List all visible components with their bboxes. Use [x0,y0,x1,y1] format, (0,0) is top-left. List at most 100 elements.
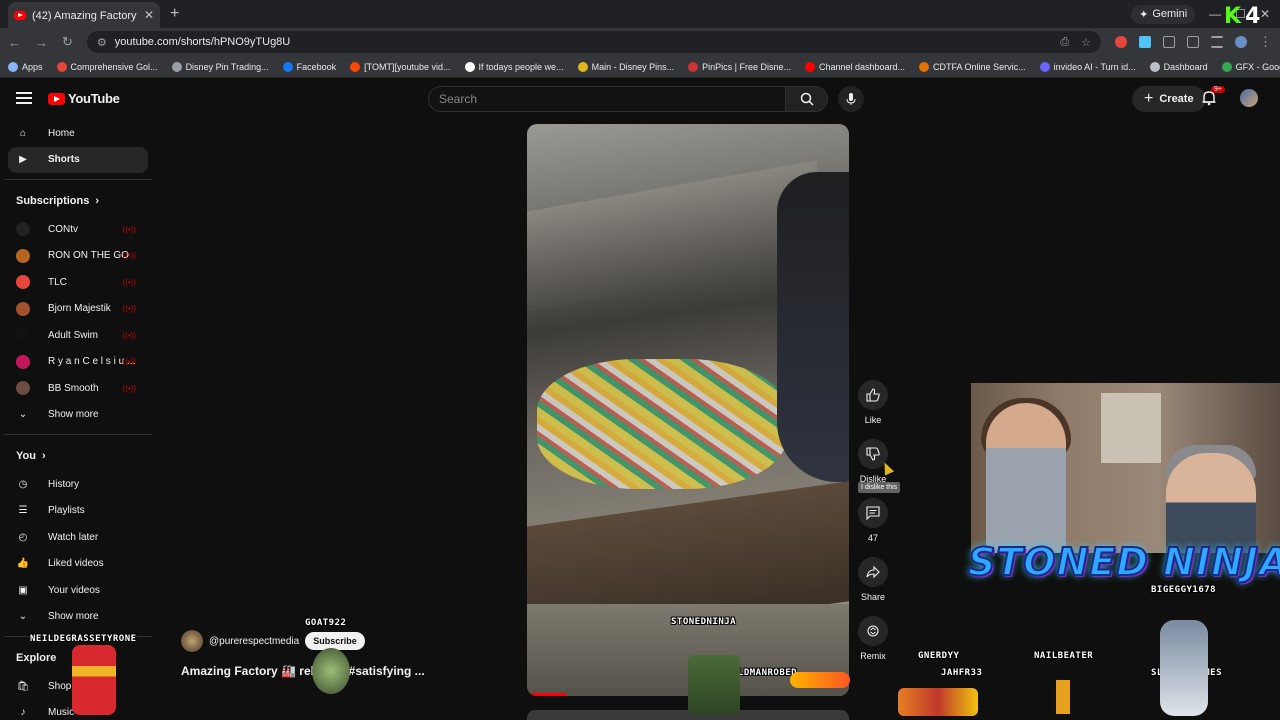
sidebar-item-bjorn-majestik[interactable]: Bjorn Majestik ((•)) [0,296,156,323]
overlay-name-gnerdyy: GNERDYY [918,651,960,661]
bookmark-item[interactable]: Facebook [282,61,336,72]
sidebar-item-contv[interactable]: CONtv ((•)) [0,216,156,243]
sidebar-item-shorts[interactable]: ▶ Shorts [8,146,148,173]
browser-tab[interactable]: (42) Amazing Factory 🏭 w ✕ [8,2,160,28]
url-bar[interactable]: ⚙ youtube.com/shorts/hPNO9yTUg8U ⎙ ☆ [86,31,1101,53]
subscriptions-header[interactable]: Subscriptions › [0,186,156,216]
bookmark-label: PinPics | Free Disne... [702,61,791,72]
bookmark-item[interactable]: Disney Pin Trading... [171,61,269,72]
sidebar-item-bb-smooth[interactable]: BB Smooth ((•)) [0,375,156,402]
you-header[interactable]: You › [0,441,156,471]
forward-arrow-icon[interactable]: → [35,35,48,50]
sidebar-item-home[interactable]: ⌂ Home [0,120,156,147]
channel-avatar [16,381,30,396]
sidebar-item-adult-swim[interactable]: Adult Swim ((•)) [0,322,156,349]
extension-red-icon[interactable] [1115,36,1127,48]
search-icon [800,92,814,106]
bookmark-item[interactable]: invideo AI - Turn id... [1039,61,1136,72]
explore-title: Explore [16,652,57,664]
bookmark-item[interactable]: Dashboard [1149,61,1208,72]
bookmark-favicon-icon [804,61,815,72]
sidebar-item-label: Home [48,127,75,139]
bookmark-item[interactable]: PinPics | Free Disne... [688,61,791,72]
share-button[interactable]: Share [858,557,888,602]
remix-icon [867,625,879,637]
dislike-button[interactable]: Dislike [858,439,888,484]
create-button[interactable]: + Create [1132,86,1206,112]
shopping-icon: 🛍 [16,680,30,692]
extensions-puzzle-icon[interactable] [1163,36,1175,48]
show-more-subscriptions[interactable]: ⌄ Show more [0,402,156,429]
back-arrow-icon[interactable]: ← [8,35,21,50]
kick-logo: K4 [1224,4,1260,29]
notifications-button[interactable]: 9+ [1202,86,1225,111]
share-icon [866,565,880,579]
profile-icon[interactable] [1235,36,1247,48]
install-app-icon[interactable]: ⎙ [1060,36,1069,49]
show-more-you[interactable]: ⌄ Show more [0,604,156,631]
channel-avatar [16,301,30,316]
gemini-button[interactable]: ✦ Gemini [1131,4,1196,24]
sidebar-item-ron-on-the-go[interactable]: RON ON THE GO ((•)) [0,243,156,270]
sidebar-item-playlists[interactable]: ☰ Playlists [0,498,156,525]
sidebar-item-liked-videos[interactable]: 👍 Liked videos [0,551,156,578]
account-avatar[interactable] [1240,89,1258,107]
sidebar-item-label: RON ON THE GO [48,250,129,262]
bookmark-item[interactable]: CDTFA Online Servic... [919,61,1026,72]
minimize-icon[interactable]: — [1209,7,1221,21]
thumbs-down-icon [866,447,880,461]
bookmark-label: Disney Pin Trading... [185,61,269,72]
bookmark-item[interactable]: If todays people we... [464,61,564,72]
sidebar-divider [4,434,152,435]
search-button[interactable] [786,86,828,112]
bookmark-item[interactable]: Main - Disney Pins... [577,61,674,72]
tab-title: (42) Amazing Factory 🏭 w [32,9,138,22]
bookmark-star-icon[interactable]: ☆ [1081,36,1091,49]
sidebar-item-history[interactable]: ◷ History [0,471,156,498]
comments-button[interactable]: 47 [858,498,888,543]
bookmark-item[interactable]: GFX - Google Drive [1221,61,1280,72]
sidebar-item-watch-later[interactable]: ◴ Watch later [0,524,156,551]
like-button[interactable]: Like [858,380,888,425]
sidebar-icon[interactable] [1187,36,1199,48]
live-indicator-icon: ((•)) [122,383,136,393]
channel-avatar[interactable] [181,630,203,652]
live-indicator-icon: ((•)) [122,277,136,287]
reload-icon[interactable]: ↻ [62,34,73,50]
browser-menu-icon[interactable]: ⋮ [1259,34,1272,50]
sidebar-item-your-videos[interactable]: ▣ Your videos [0,577,156,604]
window-close-icon[interactable]: ✕ [1260,7,1270,21]
bookmark-item[interactable]: Comprehensive Gol... [56,61,158,72]
short-video-player[interactable] [527,124,849,696]
bookmark-favicon-icon [1221,61,1232,72]
bookmark-item[interactable]: Apps [8,61,43,72]
extensions-area: ⋮ [1115,34,1272,50]
short-title[interactable]: Amazing Factory 🏭 relaxing #satisfying .… [181,664,425,678]
subscribe-button[interactable]: Subscribe [305,632,365,650]
webcam-window [1101,393,1161,463]
video-progress-bar[interactable] [527,693,566,696]
home-icon: ⌂ [19,127,27,139]
bookmark-item[interactable]: [TOMT][youtube vid... [350,61,451,72]
dislike-tooltip: I dislike this [858,482,901,493]
bookmark-favicon-icon [350,61,361,72]
channel-handle[interactable]: @purerespectmedia [209,636,299,647]
bookmark-label: GFX - Google Drive [1235,61,1280,72]
voice-search-button[interactable] [838,86,864,112]
extension-blue-icon[interactable] [1139,36,1151,48]
media-controls-icon[interactable] [1211,36,1223,48]
overlay-name-stonedninja: STONEDNINJA [671,617,737,627]
tab-close-icon[interactable]: ✕ [144,8,154,22]
site-info-icon[interactable]: ⚙ [97,36,107,49]
alien-sprite [312,648,350,694]
sidebar-item-r-y-a-n-c-e-l-s-i-u[interactable]: R y a n C e l s i u ... ((•)) [0,349,156,376]
search-input[interactable] [428,86,786,112]
remix-button[interactable]: Remix [858,616,888,661]
bookmark-favicon-icon [1149,61,1160,72]
menu-icon[interactable] [16,92,32,104]
youtube-logo[interactable]: YouTube [48,91,120,106]
sidebar-item-tlc[interactable]: TLC ((•)) [0,269,156,296]
kick-k-icon: K [1224,4,1242,29]
new-tab-button[interactable]: + [170,5,179,23]
bookmark-item[interactable]: Channel dashboard... [804,61,905,72]
